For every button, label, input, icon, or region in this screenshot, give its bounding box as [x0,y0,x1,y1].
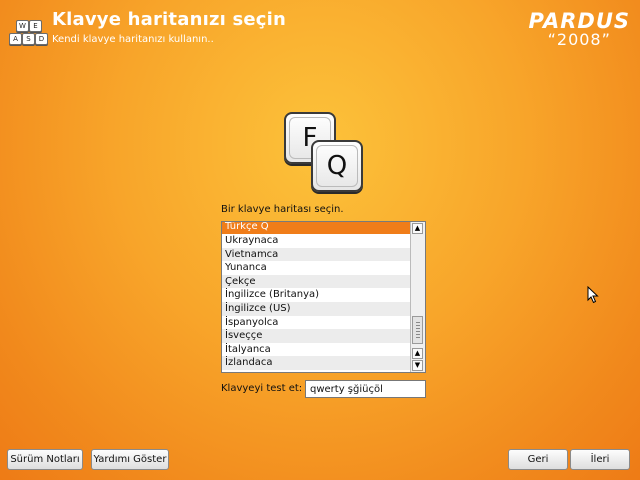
logo-year: “2008” [547,30,611,49]
keyboard-layout-list[interactable]: Türkçe Q Ukraynaca Vietnamca Yunanca Çekçe İn… [221,221,426,373]
list-item[interactable]: İtalyanca [222,343,412,357]
list-item[interactable]: İngilizce (Britanya) [222,288,412,302]
test-keyboard-input[interactable] [305,380,426,398]
next-button[interactable]: İleri [570,449,630,470]
scrollbar-thumb[interactable] [412,316,423,344]
layout-prompt: Bir klavye haritası seçin. [221,204,344,215]
list-item[interactable]: Çekçe [222,274,412,289]
page-subtitle: Kendi klavye haritanızı kullanın.. [52,34,214,45]
q-key-icon: Q [311,140,363,192]
list-item[interactable]: İzlandaca [222,356,412,370]
scroll-up-arrow-icon[interactable]: ▲ [412,223,423,234]
list-item[interactable]: Yunanca [222,261,412,275]
scroll-up-arrow-icon-lower[interactable]: ▲ [412,348,423,359]
list-item[interactable]: Türkçe Q [222,222,412,234]
list-item[interactable]: Vietnamca [222,247,412,262]
list-item[interactable]: İspanyolca [222,316,412,330]
list-item[interactable]: Ukraynaca [222,234,412,248]
page-title: Klavye haritanızı seçin [52,9,287,30]
logo-brand: PARDUS [528,9,630,33]
mouse-pointer-icon [587,286,599,304]
list-item[interactable]: İsveççe [222,329,412,343]
key-e: E [29,20,42,32]
layout-list-items[interactable]: Türkçe Q Ukraynaca Vietnamca Yunanca Çekçe İn… [222,222,412,372]
list-scrollbar[interactable]: ▲ ▲ ▼ [410,222,425,372]
scroll-down-arrow-icon[interactable]: ▼ [412,360,423,371]
q-key-label: Q [326,151,348,181]
key-d: D [35,33,48,45]
back-button[interactable]: Geri [508,449,568,470]
test-keyboard-label: Klavyeyi test et: [221,383,303,394]
release-notes-button[interactable]: Sürüm Notları [7,449,83,470]
key-a: A [9,33,22,45]
key-w: W [16,20,29,32]
list-item[interactable]: İngilizce (US) [222,301,412,316]
show-help-button[interactable]: Yardımı Göster [91,449,169,470]
pardus-logo: PARDUS “2008” [529,10,631,48]
key-s: S [22,33,35,45]
keyboard-icon: W E A S D [6,20,48,46]
